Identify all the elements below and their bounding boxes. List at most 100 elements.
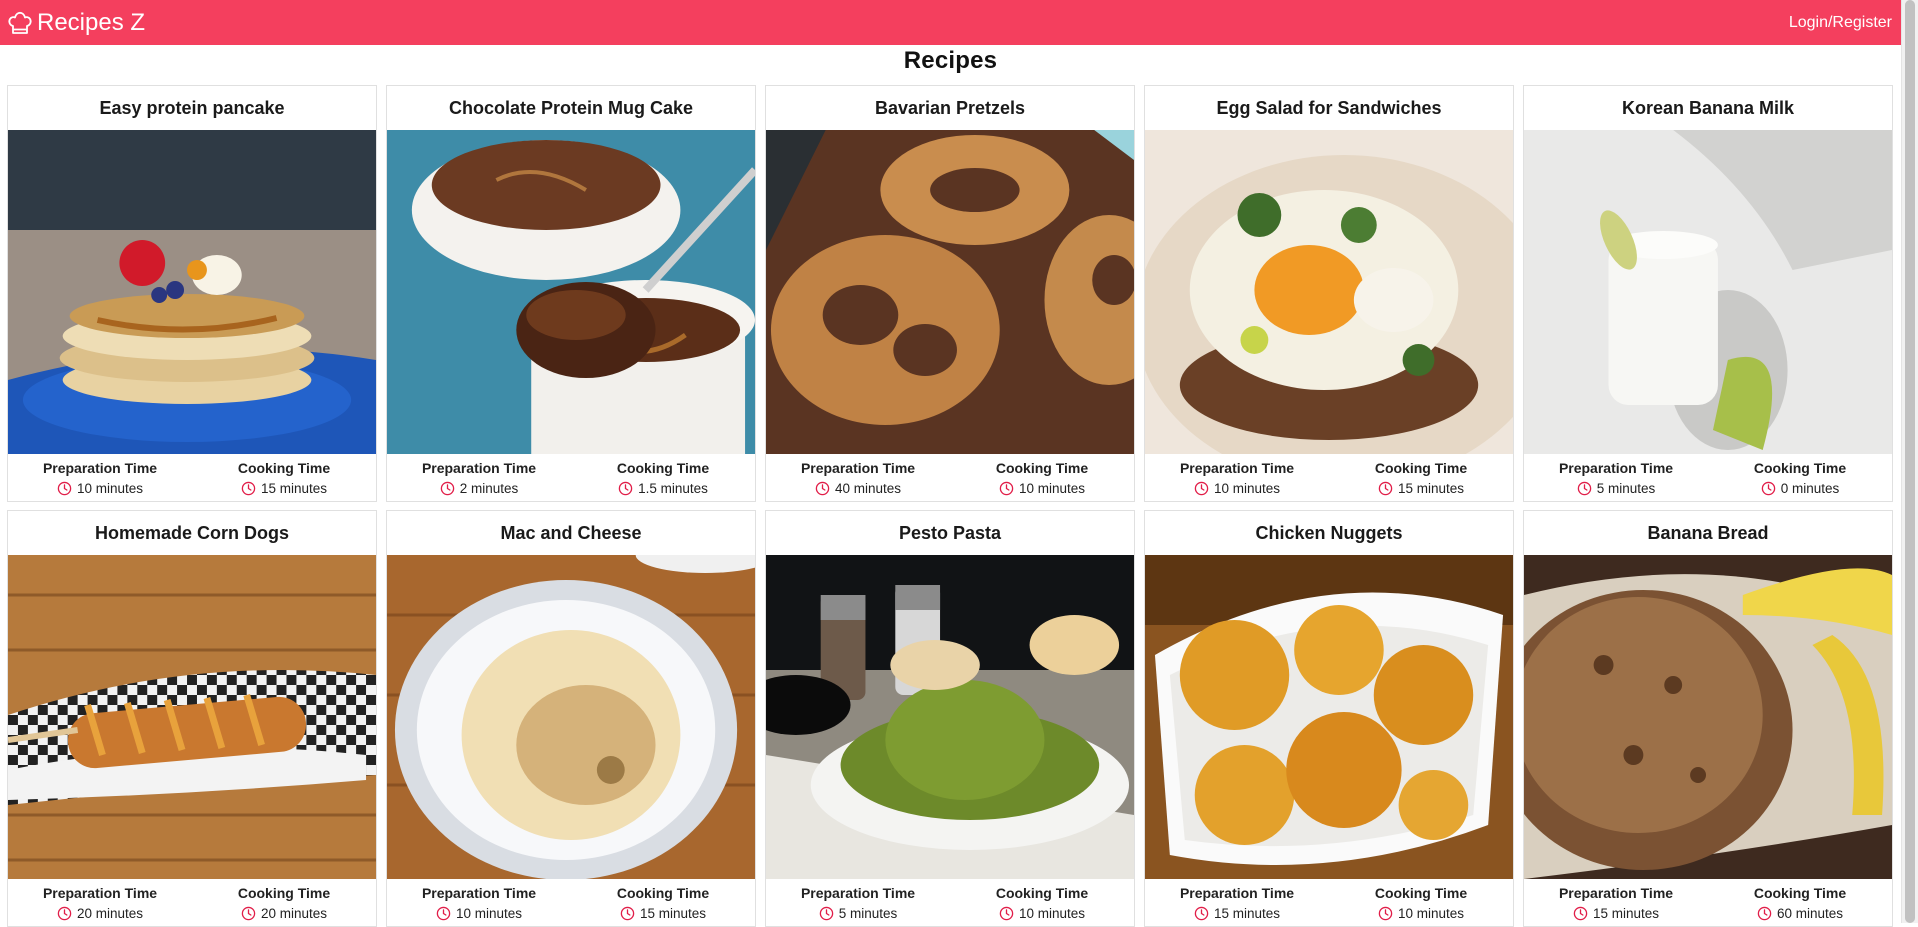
- clock-icon: [1194, 906, 1209, 921]
- clock-icon: [440, 481, 454, 496]
- prep-time: Preparation Time 40 minutes: [766, 460, 950, 498]
- cook-time: Cooking Time 10 minutes: [1329, 885, 1513, 923]
- brand-name: Recipes Z: [37, 8, 146, 36]
- recipe-image: [1524, 555, 1892, 879]
- recipe-card[interactable]: Bavarian Pretzels Preparation Time 40 mi…: [765, 85, 1135, 502]
- clock-icon: [618, 481, 633, 496]
- cook-time: Cooking Time 15 minutes: [192, 460, 376, 498]
- recipe-times: Preparation Time 20 minutes Cooking Time…: [8, 879, 376, 923]
- recipe-card[interactable]: Banana Bread Preparation Time 15 minutes: [1523, 510, 1893, 927]
- clock-icon: [1573, 906, 1588, 921]
- cook-time-value: 60 minutes: [1776, 906, 1844, 921]
- prep-time-label: Preparation Time: [42, 460, 158, 476]
- prep-time-value: 40 minutes: [834, 481, 902, 496]
- prep-time: Preparation Time 5 minutes: [1524, 460, 1708, 498]
- brand-link[interactable]: Recipes Z: [6, 9, 145, 37]
- cook-time-label: Cooking Time: [616, 460, 710, 476]
- clock-icon: [620, 906, 635, 921]
- prep-time-value: 15 minutes: [1213, 906, 1281, 921]
- recipe-title: Banana Bread: [1647, 522, 1769, 543]
- recipe-title: Bavarian Pretzels: [874, 97, 1026, 118]
- cook-time-label: Cooking Time: [1374, 885, 1468, 901]
- recipe-image: [766, 555, 1134, 879]
- recipe-times: Preparation Time 2 minutes Cooking Time …: [387, 454, 755, 498]
- recipe-times: Preparation Time 5 minutes Cooking Time …: [766, 879, 1134, 923]
- recipe-title: Easy protein pancake: [99, 97, 285, 118]
- prep-time-value: 5 minutes: [1596, 481, 1656, 496]
- vertical-scrollbar[interactable]: [1901, 0, 1918, 923]
- prep-time: Preparation Time 10 minutes: [1145, 460, 1329, 498]
- prep-time-value: 5 minutes: [838, 906, 898, 921]
- clock-icon: [1757, 906, 1772, 921]
- recipe-card[interactable]: Easy protein pancake Preparation Time 10…: [7, 85, 377, 502]
- cook-time-label: Cooking Time: [237, 885, 331, 901]
- clock-icon: [999, 481, 1014, 496]
- cook-time: Cooking Time 60 minutes: [1708, 885, 1892, 923]
- recipe-image: [1524, 130, 1892, 454]
- recipe-image: [1145, 555, 1513, 879]
- recipe-card[interactable]: Egg Salad for Sandwiches Preparation Tim…: [1144, 85, 1514, 502]
- cook-time-value: 10 minutes: [1397, 906, 1465, 921]
- clock-icon: [1378, 906, 1393, 921]
- recipe-title: Korean Banana Milk: [1621, 97, 1795, 118]
- cook-time-value: 1.5 minutes: [638, 481, 708, 496]
- recipe-times: Preparation Time 10 minutes Cooking Time…: [1145, 454, 1513, 498]
- recipe-times: Preparation Time 10 minutes Cooking Time…: [8, 454, 376, 498]
- recipe-times: Preparation Time 5 minutes Cooking Time …: [1524, 454, 1892, 498]
- prep-time-label: Preparation Time: [800, 885, 916, 901]
- recipe-title: Mac and Cheese: [500, 522, 642, 543]
- recipe-grid: Easy protein pancake Preparation Time 10…: [7, 85, 1894, 927]
- recipe-card[interactable]: Pesto Pasta Preparation Time 5 minutes C…: [765, 510, 1135, 927]
- cook-time: Cooking Time 1.5 minutes: [571, 460, 755, 498]
- cook-time-value: 15 minutes: [1397, 481, 1465, 496]
- recipe-card[interactable]: Korean Banana Milk Preparation Time 5 mi…: [1523, 85, 1893, 502]
- clock-icon: [815, 481, 830, 496]
- clock-icon: [999, 906, 1014, 921]
- recipe-title: Chocolate Protein Mug Cake: [448, 97, 694, 118]
- cook-time-label: Cooking Time: [995, 885, 1089, 901]
- recipe-image: [8, 130, 376, 454]
- recipe-card[interactable]: Mac and Cheese Preparation Time 10 minut…: [386, 510, 756, 927]
- cook-time-label: Cooking Time: [995, 460, 1089, 476]
- cook-time: Cooking Time 0 minutes: [1708, 460, 1892, 498]
- cook-time-label: Cooking Time: [237, 460, 331, 476]
- recipe-card[interactable]: Chocolate Protein Mug Cake Preparation T…: [386, 85, 756, 502]
- prep-time: Preparation Time 10 minutes: [387, 885, 571, 923]
- prep-time-label: Preparation Time: [42, 885, 158, 901]
- prep-time-label: Preparation Time: [421, 460, 537, 476]
- prep-time-label: Preparation Time: [1558, 460, 1674, 476]
- clock-icon: [436, 906, 451, 921]
- recipe-card[interactable]: Chicken Nuggets Preparation Time 15 minu…: [1144, 510, 1514, 927]
- page-title: Recipes: [903, 47, 998, 74]
- recipe-image: [387, 555, 755, 879]
- cook-time: Cooking Time 20 minutes: [192, 885, 376, 923]
- clock-icon: [1378, 481, 1393, 496]
- recipe-image: [8, 555, 376, 879]
- prep-time: Preparation Time 10 minutes: [8, 460, 192, 498]
- cook-time-label: Cooking Time: [1753, 885, 1847, 901]
- clock-icon: [241, 906, 256, 921]
- prep-time-value: 20 minutes: [76, 906, 144, 921]
- recipe-image: [387, 130, 755, 454]
- cook-time-value: 0 minutes: [1780, 481, 1840, 496]
- prep-time: Preparation Time 5 minutes: [766, 885, 950, 923]
- prep-time-value: 15 minutes: [1592, 906, 1660, 921]
- login-register-link[interactable]: Login/Register: [1789, 14, 1892, 32]
- navbar: Recipes Z Login/Register: [0, 0, 1901, 45]
- cook-time: Cooking Time 15 minutes: [1329, 460, 1513, 498]
- prep-time-value: 10 minutes: [1213, 481, 1281, 496]
- clock-icon: [1194, 481, 1209, 496]
- cook-time-value: 20 minutes: [260, 906, 328, 921]
- clock-icon: [1761, 481, 1775, 496]
- recipe-title: Pesto Pasta: [898, 522, 1002, 543]
- cook-time-value: 10 minutes: [1018, 906, 1086, 921]
- recipe-card[interactable]: Homemade Corn Dogs Preparation Time 20 m…: [7, 510, 377, 927]
- cook-time: Cooking Time 15 minutes: [571, 885, 755, 923]
- cook-time-label: Cooking Time: [616, 885, 710, 901]
- prep-time-label: Preparation Time: [800, 460, 916, 476]
- clock-icon: [819, 906, 833, 921]
- prep-time-label: Preparation Time: [1179, 885, 1295, 901]
- prep-time-value: 2 minutes: [459, 481, 519, 496]
- recipe-times: Preparation Time 10 minutes Cooking Time…: [387, 879, 755, 923]
- scrollbar-thumb[interactable]: [1905, 0, 1915, 923]
